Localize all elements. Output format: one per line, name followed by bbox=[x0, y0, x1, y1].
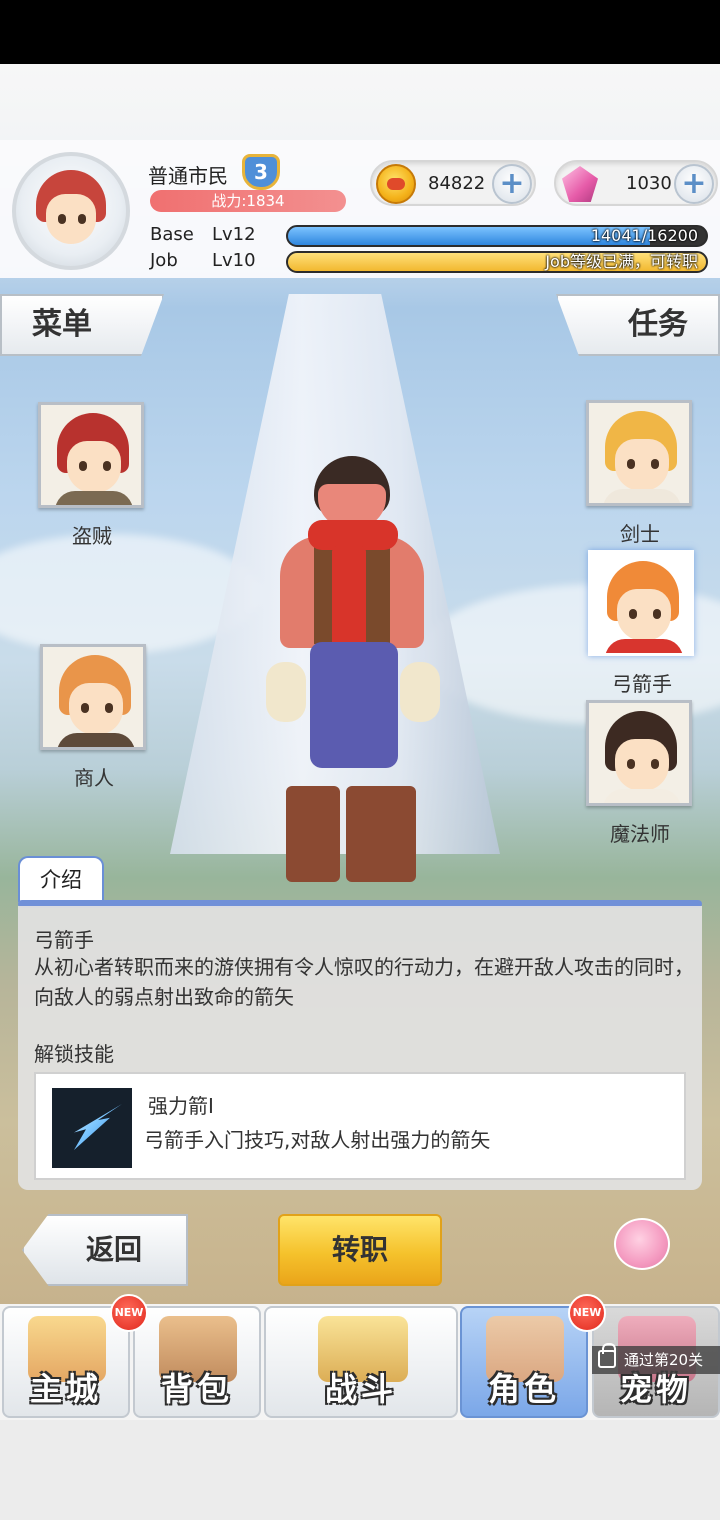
lock-icon bbox=[598, 1343, 616, 1368]
job-option-swordsman[interactable]: 剑士 bbox=[586, 400, 694, 547]
unlock-skills-label: 解锁技能 bbox=[34, 1042, 114, 1066]
nav-bag[interactable]: 背包 bbox=[133, 1306, 261, 1418]
nav-role-label: 角色 bbox=[487, 1370, 560, 1408]
archer-character-model bbox=[262, 456, 442, 886]
job-option-mage[interactable]: 魔法师 bbox=[586, 700, 694, 847]
job-description: 从初心者转职而来的游侠拥有令人惊叹的行动力，在避开敌人攻击的同时，向敌人的弱点射… bbox=[34, 955, 694, 1009]
base-exp-bar: 14041/16200 bbox=[286, 225, 708, 247]
back-button[interactable]: 返回 bbox=[22, 1214, 188, 1286]
gold-coin-icon bbox=[376, 164, 416, 204]
skill-name: 强力箭Ⅰ bbox=[148, 1094, 214, 1118]
player-title: 普通市民 bbox=[148, 164, 228, 188]
mage-portrait-icon bbox=[586, 700, 692, 806]
status-bar bbox=[0, 0, 720, 64]
job-exp-text: Job等级已满，可转职 bbox=[545, 252, 698, 271]
add-gold-button[interactable]: + bbox=[492, 164, 532, 204]
gem-icon bbox=[562, 166, 598, 202]
base-level: Lv12 bbox=[212, 224, 256, 245]
role-new-badge: NEW bbox=[568, 1294, 606, 1332]
archer-portrait-icon bbox=[588, 550, 694, 656]
archer-label: 弓箭手 bbox=[612, 672, 672, 696]
nav-battle-label: 战斗 bbox=[324, 1370, 397, 1408]
avatar-face-icon bbox=[30, 168, 112, 254]
base-label: Base bbox=[150, 224, 194, 245]
change-job-button[interactable]: 转职 bbox=[278, 1214, 442, 1286]
combat-power: 战力:1834 bbox=[150, 190, 346, 212]
quest-tab[interactable]: 任务 bbox=[556, 294, 720, 356]
job-option-merchant[interactable]: 商人 bbox=[40, 644, 148, 791]
player-avatar[interactable] bbox=[12, 152, 130, 270]
base-exp-text: 14041/16200 bbox=[590, 226, 698, 245]
job-label: Job bbox=[150, 250, 178, 271]
gold-value: 84822 bbox=[428, 173, 486, 194]
nav-city-label: 主城 bbox=[29, 1370, 102, 1408]
merchant-label: 商人 bbox=[74, 766, 114, 790]
power-arrow-skill-icon bbox=[52, 1088, 132, 1168]
job-option-archer[interactable]: 弓箭手 bbox=[588, 550, 696, 697]
nav-battle[interactable]: 战斗 bbox=[264, 1306, 458, 1418]
nav-city[interactable]: 主城 bbox=[2, 1306, 130, 1418]
swordsman-portrait-icon bbox=[586, 400, 692, 506]
rank-badge: 3 bbox=[242, 154, 280, 190]
menu-tab[interactable]: 菜单 bbox=[0, 294, 164, 356]
nav-bag-label: 背包 bbox=[160, 1370, 233, 1408]
gold-counter: 84822 + bbox=[370, 160, 536, 206]
nav-role[interactable]: 角色 bbox=[460, 1306, 588, 1418]
skill-card[interactable]: 强力箭Ⅰ 弓箭手入门技巧,对敌人射出强力的箭矢 bbox=[34, 1072, 686, 1180]
gem-value: 1030 bbox=[626, 173, 672, 194]
job-exp-bar: Job等级已满，可转职 bbox=[286, 251, 708, 273]
system-nav-area bbox=[0, 1420, 720, 1520]
skill-description: 弓箭手入门技巧,对敌人射出强力的箭矢 bbox=[144, 1128, 491, 1152]
pink-pet-icon[interactable] bbox=[614, 1218, 670, 1270]
job-level: Lv10 bbox=[212, 250, 256, 271]
thief-label: 盗贼 bbox=[72, 524, 112, 548]
intro-tab[interactable]: 介绍 bbox=[18, 856, 104, 902]
swordsman-label: 剑士 bbox=[620, 522, 660, 546]
city-new-badge: NEW bbox=[110, 1294, 148, 1332]
add-gems-button[interactable]: + bbox=[674, 164, 714, 204]
thief-portrait-icon bbox=[38, 402, 144, 508]
job-option-thief[interactable]: 盗贼 bbox=[38, 402, 146, 549]
merchant-portrait-icon bbox=[40, 644, 146, 750]
gem-counter: 1030 + bbox=[554, 160, 718, 206]
job-name: 弓箭手 bbox=[34, 928, 94, 952]
mage-label: 魔法师 bbox=[610, 822, 670, 846]
